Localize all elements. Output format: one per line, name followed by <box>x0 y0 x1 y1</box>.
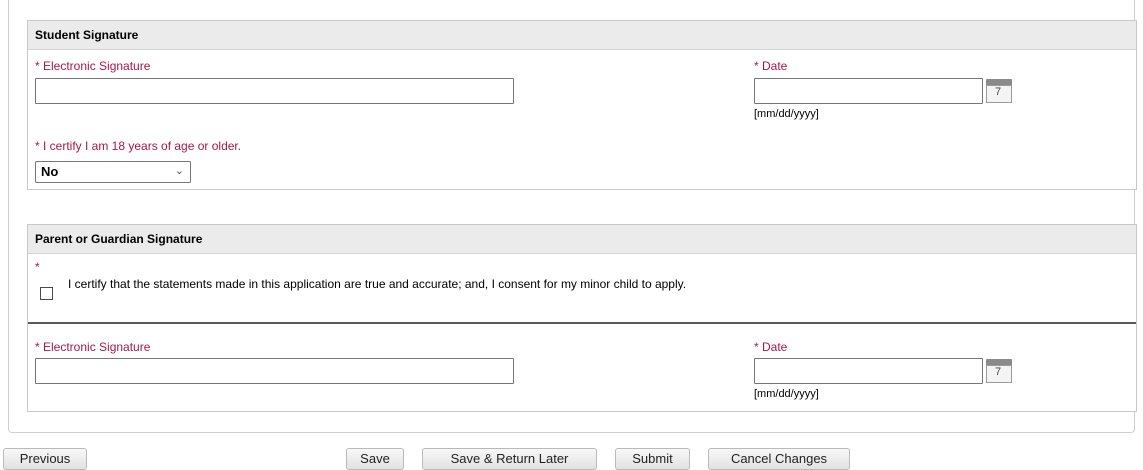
student-date-label: * Date <box>754 59 788 73</box>
age-certify-select[interactable]: No ⌄ <box>35 161 191 183</box>
calendar-day: 7 <box>994 366 1002 378</box>
parent-signature-input[interactable] <box>35 358 514 384</box>
consent-checkbox[interactable] <box>40 287 53 300</box>
parent-section-title: Parent or Guardian Signature <box>28 225 1136 254</box>
student-signature-label: * Electronic Signature <box>35 59 151 73</box>
student-date-format: [mm/dd/yyyy] <box>754 108 819 120</box>
cancel-changes-button[interactable]: Cancel Changes <box>708 448 850 470</box>
student-signature-input[interactable] <box>35 78 514 104</box>
parent-date-label: * Date <box>754 340 788 354</box>
parent-date-format: [mm/dd/yyyy] <box>754 388 819 400</box>
submit-button[interactable]: Submit <box>615 448 690 470</box>
consent-text: I certify that the statements made in th… <box>68 277 687 291</box>
student-signature-panel: Student Signature * Electronic Signature… <box>27 20 1137 190</box>
age-certify-value: No <box>41 164 59 179</box>
required-marker: * <box>35 260 40 274</box>
save-button[interactable]: Save <box>346 448 404 470</box>
calendar-icon[interactable]: 7 <box>984 79 1014 103</box>
save-return-later-button[interactable]: Save & Return Later <box>422 448 597 470</box>
section-divider <box>28 322 1136 324</box>
parent-signature-label: * Electronic Signature <box>35 340 151 354</box>
calendar-day: 7 <box>994 86 1002 98</box>
calendar-icon[interactable]: 7 <box>984 359 1014 383</box>
student-section-title: Student Signature <box>28 21 1136 50</box>
student-date-input[interactable] <box>754 78 983 104</box>
previous-button[interactable]: Previous <box>3 448 87 470</box>
chevron-down-icon: ⌄ <box>174 165 184 177</box>
parent-signature-panel: Parent or Guardian Signature * I certify… <box>27 224 1137 412</box>
age-certify-label: * I certify I am 18 years of age or olde… <box>35 139 242 153</box>
parent-date-input[interactable] <box>754 358 983 384</box>
